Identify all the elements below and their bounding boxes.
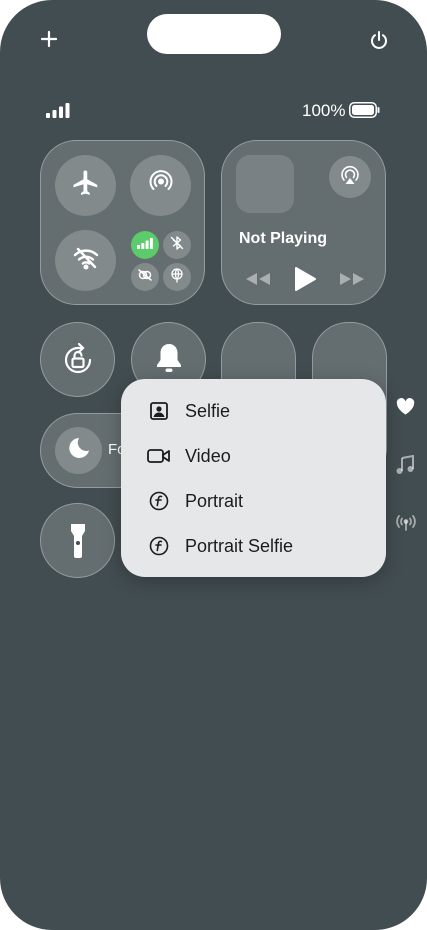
rotation-lock-icon <box>59 341 97 384</box>
f-circle-icon <box>147 489 171 513</box>
album-art-placeholder <box>236 155 294 213</box>
airplay-button[interactable] <box>329 156 371 198</box>
dynamic-island <box>147 14 281 54</box>
globe-icon <box>169 267 185 288</box>
vpn-toggle[interactable] <box>163 263 191 291</box>
flashlight-toggle[interactable] <box>40 503 115 578</box>
music-note-icon[interactable] <box>396 454 414 480</box>
control-center: 100% Not Playing Fo Selfie Video Portrai… <box>0 0 427 930</box>
menu-item-video[interactable]: Video <box>121 434 386 478</box>
cellular-icon <box>137 236 153 254</box>
battery-percent: 100% <box>302 101 346 120</box>
rewind-icon[interactable] <box>244 271 272 292</box>
now-playing-label: Not Playing <box>239 230 328 247</box>
menu-item-label: Selfie <box>185 400 231 421</box>
connectivity-panel <box>40 140 205 305</box>
camera-mode-menu: Selfie Video Portrait Portrait Selfie <box>121 379 386 577</box>
power-icon[interactable] <box>369 30 389 55</box>
focus-icon-circle <box>55 427 102 474</box>
airdrop-icon <box>146 168 176 203</box>
personal-hotspot-toggle[interactable] <box>131 263 159 291</box>
play-icon[interactable] <box>293 266 317 297</box>
menu-item-portrait-selfie[interactable]: Portrait Selfie <box>121 524 386 568</box>
menu-item-selfie[interactable]: Selfie <box>121 389 386 433</box>
wifi-off-icon <box>71 243 101 278</box>
portrait-square-icon <box>147 399 171 423</box>
bluetooth-toggle[interactable] <box>163 231 191 259</box>
battery-icon <box>349 102 381 123</box>
orientation-lock-toggle[interactable] <box>40 322 115 397</box>
link-icon <box>137 267 153 288</box>
airplay-audio-icon <box>338 163 362 192</box>
moon-icon <box>66 435 92 466</box>
fast-forward-icon[interactable] <box>338 271 366 292</box>
f-circle-icon <box>147 534 171 558</box>
bell-icon <box>152 341 186 380</box>
airplane-icon <box>71 168 101 203</box>
airdrop-toggle[interactable] <box>130 155 191 216</box>
add-icon[interactable] <box>40 30 58 53</box>
heart-icon[interactable] <box>396 398 415 421</box>
video-camera-icon <box>147 444 171 468</box>
wifi-toggle[interactable] <box>55 230 116 291</box>
menu-item-portrait[interactable]: Portrait <box>121 479 386 523</box>
menu-item-label: Portrait Selfie <box>185 535 294 556</box>
antenna-icon[interactable] <box>395 513 417 536</box>
flashlight-icon <box>69 522 87 565</box>
bluetooth-off-icon <box>169 235 185 256</box>
cellular-toggle[interactable] <box>131 231 159 259</box>
signal-icon <box>46 103 70 123</box>
airplane-mode-toggle[interactable] <box>55 155 116 216</box>
menu-item-label: Video <box>185 445 231 466</box>
menu-item-label: Portrait <box>185 490 244 511</box>
